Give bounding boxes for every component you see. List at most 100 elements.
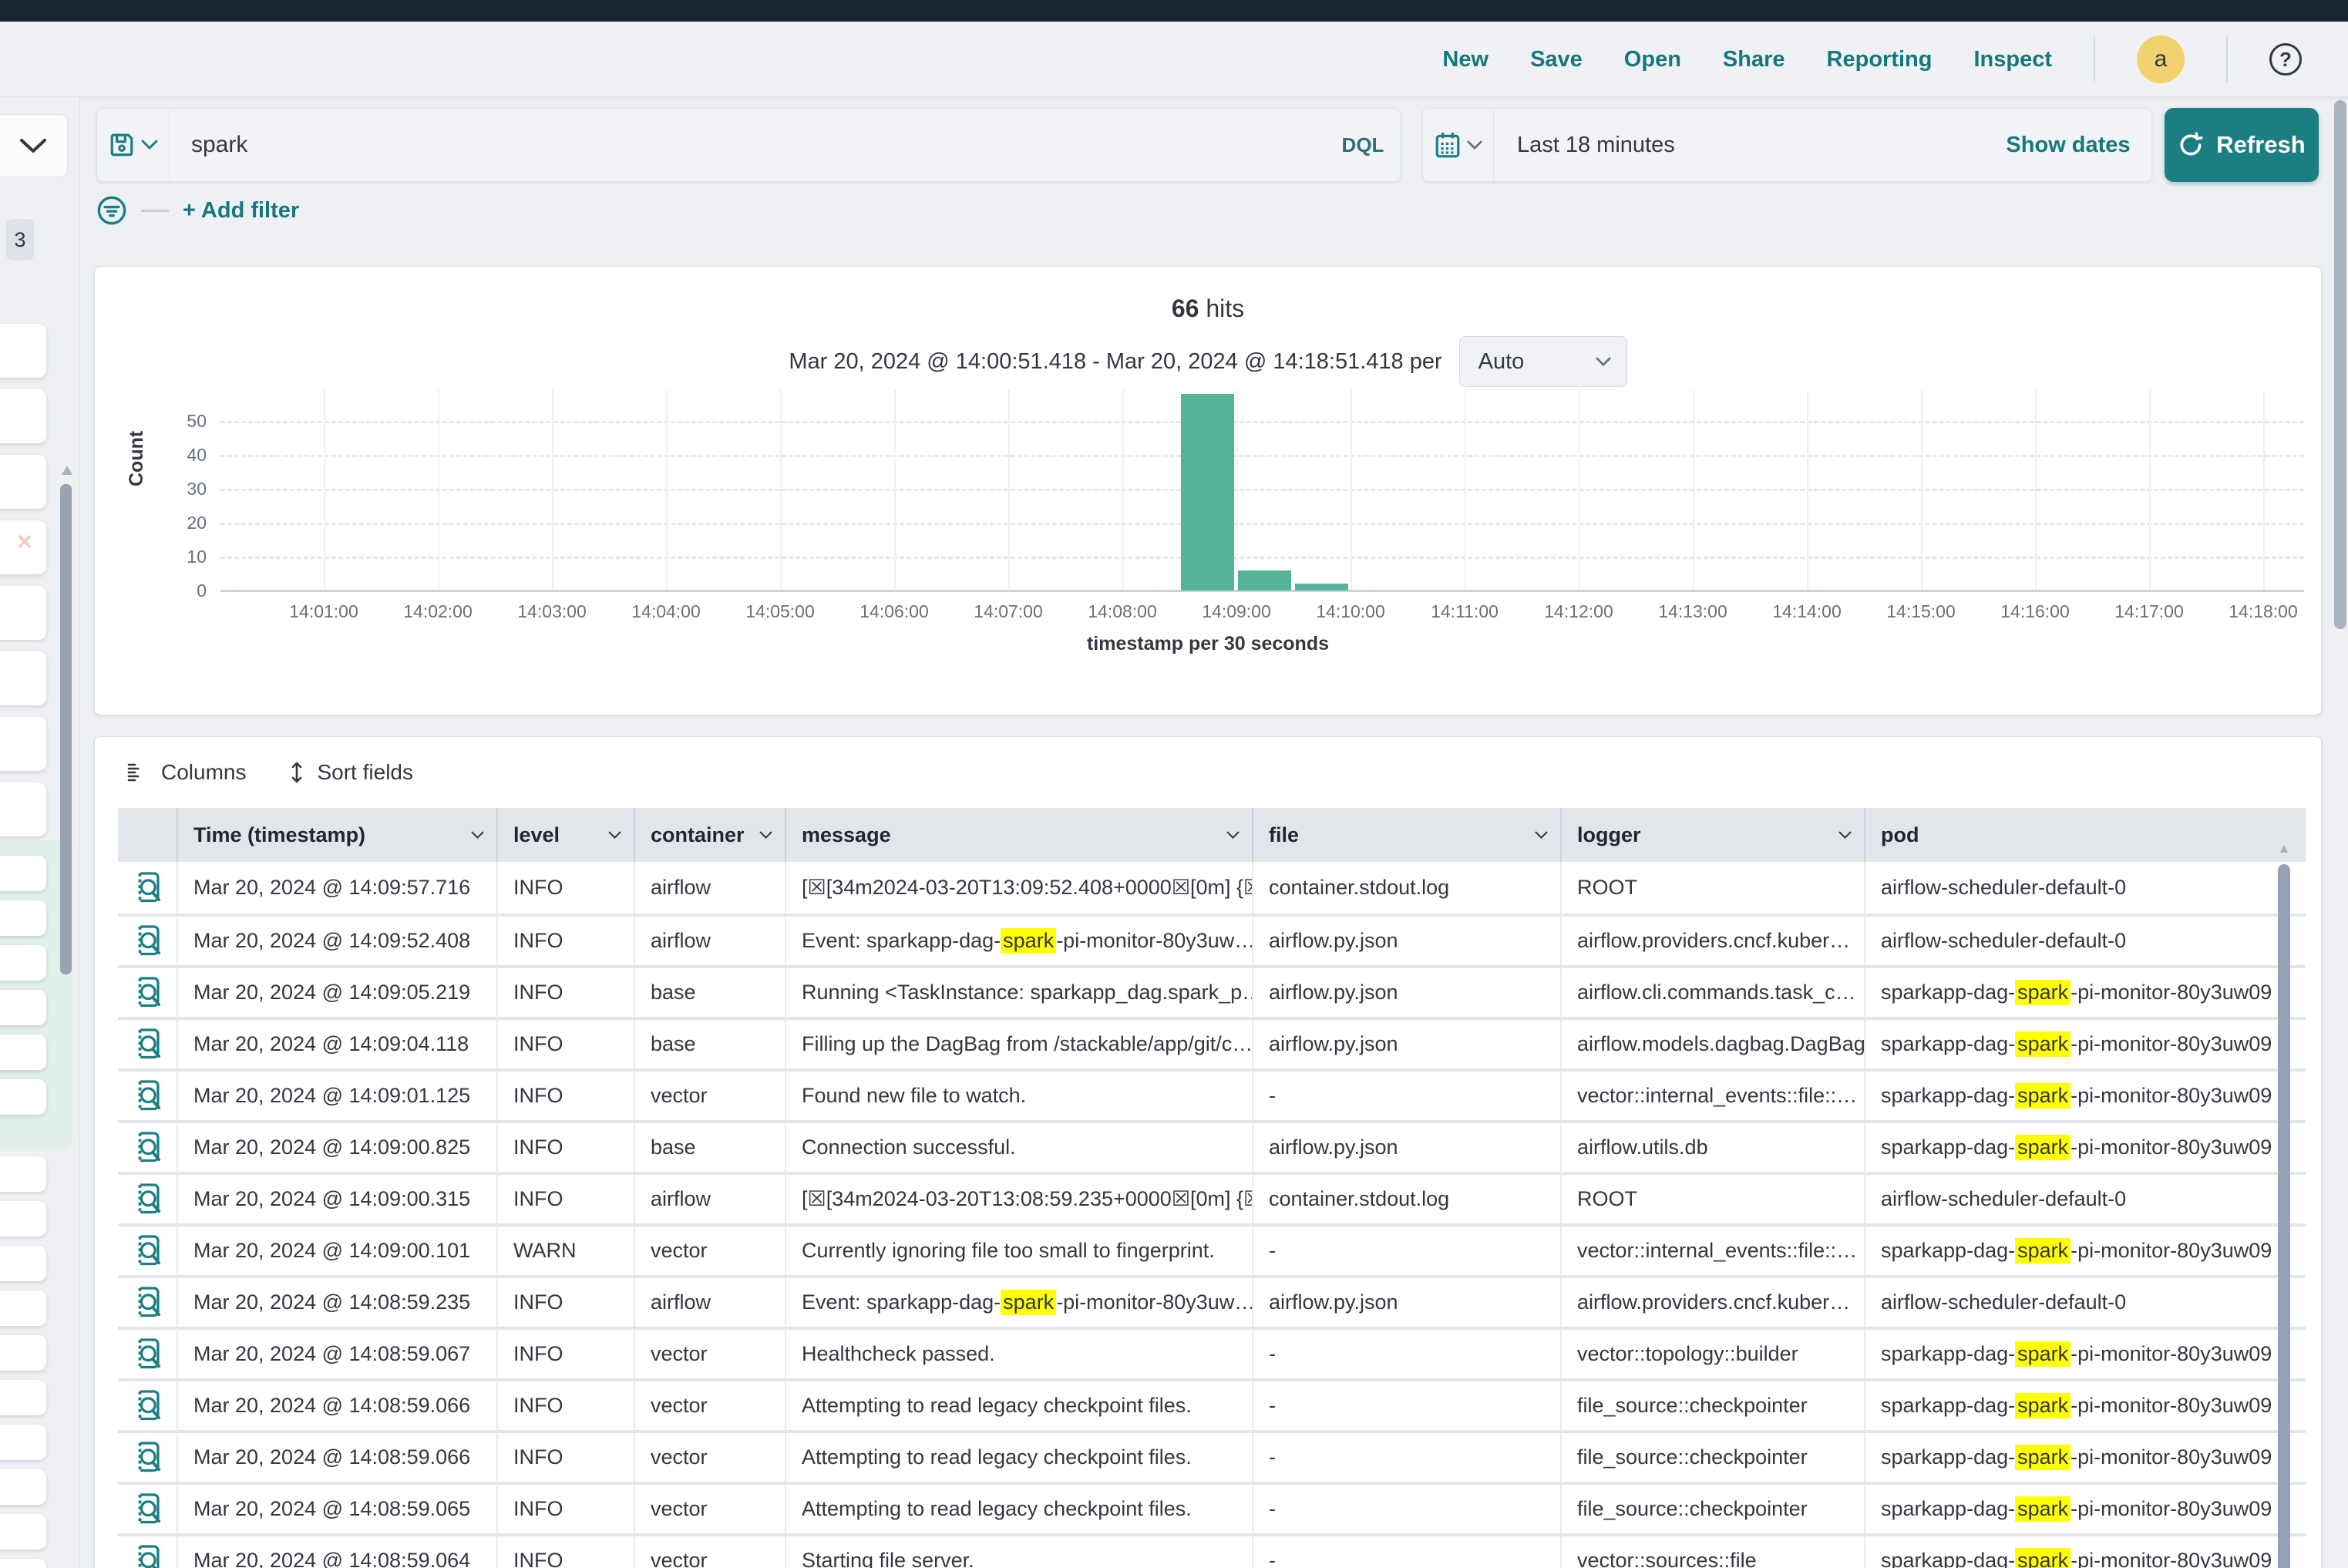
expand-row-button[interactable] [118,1433,178,1482]
gridline [220,557,2304,559]
field-card[interactable] [0,324,46,378]
nav-link-inspect[interactable]: Inspect [1973,47,2052,72]
column-header-message[interactable]: message [786,808,1253,862]
histogram-plot[interactable]: 0102030405014:01:0014:02:0014:03:0014:04… [220,390,2304,591]
help-icon[interactable]: ? [2269,43,2302,76]
field-card[interactable] [0,389,46,443]
expand-row-button[interactable] [133,1028,162,1062]
cell-pod: airflow-scheduler-default-0 [1865,1278,2306,1327]
column-header-container[interactable]: container [635,808,786,862]
expand-row-button[interactable] [133,1234,162,1268]
expand-row-button[interactable] [133,1079,162,1113]
field-card[interactable] [0,900,46,936]
expand-row-button[interactable] [118,968,178,1017]
expand-row-button[interactable] [133,1544,162,1568]
filter-icon[interactable] [96,195,127,226]
table-scroll-up-arrow[interactable] [2280,845,2288,853]
field-card[interactable] [0,1380,46,1415]
expand-row-button[interactable] [118,1485,178,1533]
sidebar-collapse-button[interactable] [0,114,68,177]
expand-row-button[interactable] [118,917,178,965]
remove-field-icon[interactable]: × [17,527,32,557]
expand-row-button[interactable] [118,1175,178,1223]
nav-link-open[interactable]: Open [1624,47,1681,72]
expand-row-button[interactable] [133,871,162,905]
expand-row-button[interactable] [133,1286,162,1320]
page-scrollbar[interactable] [2334,100,2346,629]
calendar-menu-button[interactable] [1423,109,1494,181]
inspect-document-icon [133,1389,162,1423]
expand-row-button[interactable] [118,1123,178,1172]
column-header-file[interactable]: file [1253,808,1562,862]
expand-row-button[interactable] [118,1381,178,1430]
field-card[interactable] [0,856,46,891]
expand-row-button[interactable] [118,1072,178,1120]
highlight-match: spark [2015,1238,2070,1263]
column-header-pod[interactable]: pod [1865,808,2306,862]
field-card[interactable] [0,1559,46,1568]
expand-row-button[interactable] [118,1536,178,1568]
search-query-input[interactable]: spark [170,109,1326,181]
histogram-bar[interactable] [1295,584,1348,591]
column-header-logger[interactable]: logger [1562,808,1865,862]
sidebar-scrollbar[interactable] [60,484,72,974]
field-card[interactable] [0,717,46,771]
nav-link-new[interactable]: New [1442,47,1489,72]
field-card[interactable]: × [0,520,46,574]
cell-time: Mar 20, 2024 @ 14:08:59.065 [178,1485,498,1533]
field-card[interactable] [0,782,46,836]
field-card[interactable] [0,1469,46,1505]
sort-fields-button[interactable]: Sort fields [289,760,413,785]
columns-button[interactable]: Columns [127,760,246,785]
field-card[interactable] [0,1425,46,1460]
sidebar-scroll-up-arrow[interactable] [62,466,72,475]
show-dates-button[interactable]: Show dates [2003,109,2134,181]
field-card[interactable] [0,651,46,705]
interval-select[interactable]: Auto [1459,336,1627,387]
expand-row-button[interactable] [118,1226,178,1275]
field-card[interactable] [0,586,46,640]
field-card[interactable] [0,1201,46,1237]
cell-logger: vector::internal_events::file::… [1562,1226,1865,1275]
expand-row-button[interactable] [133,1338,162,1371]
expand-row-button[interactable] [133,1441,162,1475]
field-card[interactable] [0,1079,46,1115]
field-card[interactable] [0,945,46,981]
expand-row-button[interactable] [118,1278,178,1327]
user-avatar[interactable]: a [2137,35,2185,83]
column-header-level[interactable]: level [498,808,635,862]
field-card[interactable] [0,1335,46,1371]
histogram-bar[interactable] [1181,394,1234,591]
cell-file: - [1253,1536,1562,1568]
expand-row-button[interactable] [118,862,178,914]
expand-row-button[interactable] [133,1131,162,1165]
saved-query-menu-button[interactable] [97,109,170,181]
expand-row-button[interactable] [133,924,162,958]
refresh-button[interactable]: Refresh [2165,108,2319,182]
nav-link-share[interactable]: Share [1723,47,1785,72]
field-card[interactable] [0,455,46,509]
add-filter-button[interactable]: + Add filter [183,198,299,224]
chevron-down-icon [141,140,158,150]
expand-row-button[interactable] [133,1183,162,1216]
expand-row-button[interactable] [118,1020,178,1068]
expand-row-button[interactable] [133,976,162,1010]
expand-row-button[interactable] [133,1492,162,1526]
expand-row-button[interactable] [133,1389,162,1423]
expand-row-button[interactable] [118,1330,178,1378]
field-card[interactable] [0,1035,46,1070]
field-card[interactable] [0,1290,46,1326]
column-header-time-timestamp[interactable]: Time (timestamp) [178,808,498,862]
table-scrollbar[interactable] [2278,864,2290,1568]
query-language-toggle[interactable]: DQL [1326,109,1400,181]
x-tick-label: 14:11:00 [1431,601,1499,622]
field-card[interactable] [0,990,46,1025]
nav-link-save[interactable]: Save [1530,47,1583,72]
field-card[interactable] [0,1246,46,1281]
histogram-bar[interactable] [1238,570,1291,591]
nav-link-reporting[interactable]: Reporting [1827,47,1933,72]
gridline [220,489,2304,491]
field-card[interactable] [0,1514,46,1549]
time-range-display[interactable]: Last 18 minutes [1494,109,2003,181]
field-card[interactable] [0,1156,46,1192]
